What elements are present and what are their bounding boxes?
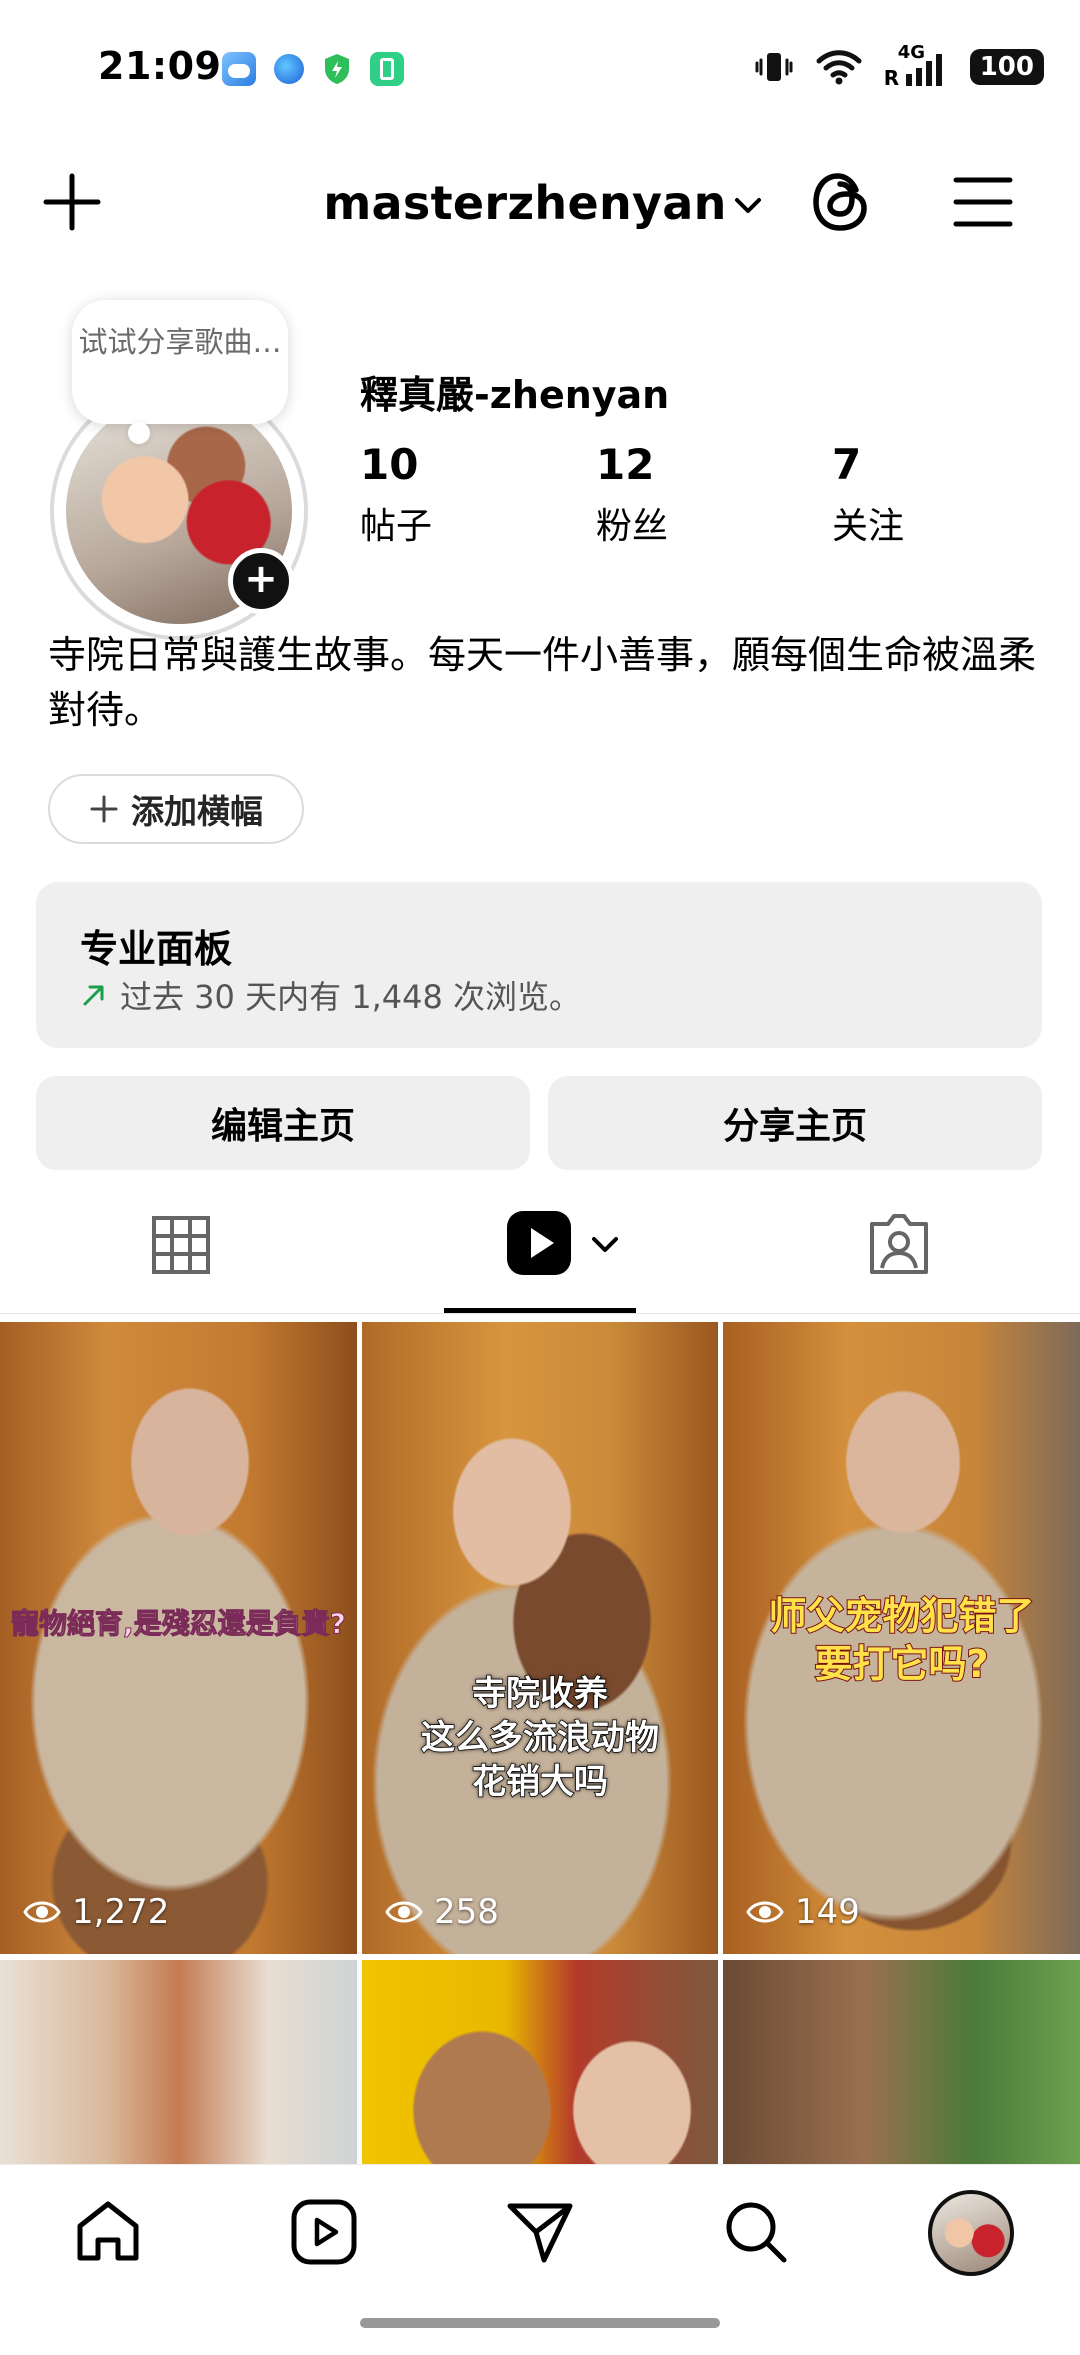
reel-caption-line: 要打它吗? (813, 1641, 989, 1687)
profile-bio: 寺院日常與護生故事。每天一件小善事，願每個生命被溫柔對待。 (48, 633, 1037, 732)
home-icon[interactable] (72, 2196, 144, 2268)
phone-manager-icon (370, 52, 404, 86)
edit-profile-button[interactable]: 编辑主页 (36, 1076, 530, 1170)
direct-messages-icon[interactable] (504, 2196, 576, 2268)
reel-caption-line: 师父宠物犯错了 (767, 1593, 1035, 1639)
following-stat[interactable]: 7 关注 (832, 440, 904, 549)
add-banner-label: 添加横幅 (131, 792, 263, 831)
note-bubble[interactable]: 试试分享歌曲… (72, 300, 288, 424)
vibrate-icon (755, 53, 793, 81)
eye-icon (746, 1901, 784, 1923)
signal-bars-icon (905, 54, 942, 86)
reel-tile[interactable]: 寵物絕育,是殘忍還是負責? 1,272 (0, 1322, 357, 1954)
reel-thumbnail (0, 1960, 357, 2170)
eye-icon (385, 1901, 423, 1923)
following-count: 7 (832, 440, 862, 489)
tagged-tab-icon[interactable] (864, 1210, 934, 1280)
search-icon[interactable] (720, 2196, 792, 2268)
chevron-down-icon[interactable] (730, 188, 766, 224)
reel-caption-line: 这么多流浪动物 (420, 1717, 660, 1759)
username-title: masterzhenyan (323, 176, 727, 230)
shield-icon (322, 52, 352, 86)
eye-icon (23, 1901, 61, 1923)
reels-nav-icon[interactable] (288, 2196, 360, 2268)
reel-tile[interactable] (0, 1960, 357, 2170)
reel-thumbnail (723, 1960, 1080, 2170)
app-icon (274, 54, 304, 84)
posts-label: 帖子 (360, 506, 433, 547)
profile-nav-avatar[interactable] (928, 2190, 1014, 2276)
reel-view-count: 1,272 (72, 1892, 170, 1932)
roaming-indicator: R (883, 66, 900, 90)
posts-count: 10 (360, 440, 419, 489)
reel-thumbnail (362, 1322, 718, 1954)
menu-icon[interactable] (952, 172, 1014, 232)
status-notification-icons (222, 52, 404, 86)
reel-views: 149 (745, 1892, 860, 1932)
posts-stat[interactable]: 10 帖子 (360, 440, 432, 549)
reel-views: 258 (384, 1892, 499, 1932)
reel-caption: 寵物絕育,是殘忍還是負責? (11, 1607, 347, 1641)
tab-divider (0, 1313, 1080, 1314)
add-story-button[interactable]: + (228, 548, 294, 614)
battery-indicator: 100 (969, 49, 1044, 85)
reel-caption-line: 花销大吗 (471, 1761, 609, 1803)
cell-signal: R 4G (883, 42, 948, 90)
reel-caption-line: 寺院收养 (471, 1673, 609, 1715)
followers-stat[interactable]: 12 粉丝 (596, 440, 668, 549)
reels-tab-icon[interactable] (504, 1208, 574, 1278)
trend-up-icon (83, 985, 104, 1006)
reel-views: 1,272 (22, 1892, 169, 1932)
reel-view-count: 258 (434, 1892, 499, 1932)
status-indicators: R 4G 100 (754, 42, 1044, 90)
views-summary: 过去 30 天内有 1,448 次浏览。 (120, 978, 582, 1016)
reels-filter-chevron-icon[interactable] (588, 1228, 622, 1262)
reel-tile[interactable] (362, 1960, 718, 2170)
account-switcher[interactable]: masterzhenyan (0, 176, 1080, 230)
status-time: 21:09 (98, 44, 222, 88)
reel-caption: 寺院收养 这么多流浪动物 花销大吗 (362, 1672, 718, 1804)
reel-tile[interactable]: 师父宠物犯错了 要打它吗? 149 (723, 1322, 1080, 1954)
home-indicator[interactable] (360, 2318, 720, 2328)
grid-tab-icon[interactable] (148, 1212, 214, 1278)
reel-caption: 师父宠物犯错了 要打它吗? (723, 1592, 1080, 1688)
reel-view-count: 149 (795, 1892, 860, 1932)
reel-thumbnail (362, 1960, 718, 2170)
followers-count: 12 (596, 440, 655, 489)
pro-dashboard-subtitle: 过去 30 天内有 1,448 次浏览。 (80, 972, 581, 1018)
threads-icon[interactable] (806, 168, 874, 236)
weather-icon (222, 52, 256, 86)
followers-label: 粉丝 (596, 506, 669, 547)
display-name: 釋真嚴-zhenyan (360, 373, 670, 417)
share-profile-button[interactable]: 分享主页 (548, 1076, 1042, 1170)
note-bubble-tail (128, 422, 150, 444)
reel-tile[interactable]: 寺院收养 这么多流浪动物 花销大吗 258 (362, 1322, 718, 1954)
following-label: 关注 (832, 506, 905, 547)
add-banner-button[interactable]: 添加横幅 (48, 774, 304, 844)
plus-icon (90, 795, 118, 823)
reel-tile[interactable] (723, 1960, 1080, 2170)
wifi-icon (816, 50, 862, 85)
pro-dashboard-title: 专业面板 (80, 927, 233, 971)
